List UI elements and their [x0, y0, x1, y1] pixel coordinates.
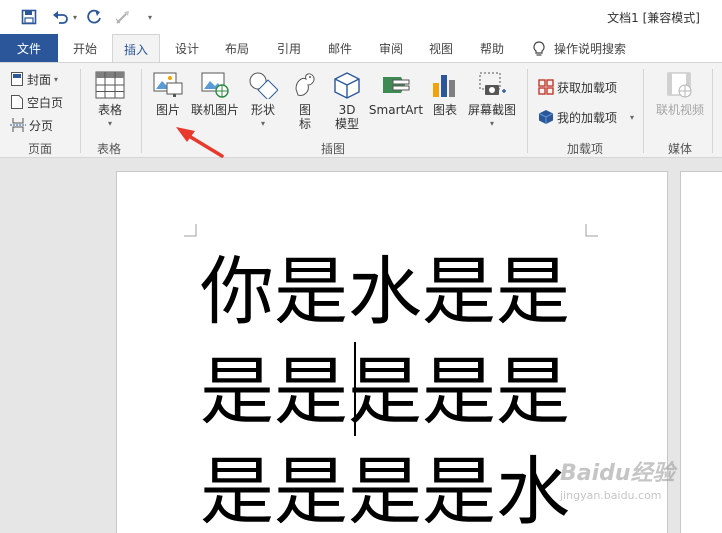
text-line-3: 是是是是水 [200, 449, 570, 533]
group-illustrations-label: 插图 [320, 142, 345, 156]
next-page-edge [680, 171, 722, 533]
blank-page-label: 空白页 [27, 95, 64, 110]
tab-design[interactable]: 设计 [164, 34, 210, 63]
smartart-label: SmartArt [368, 103, 424, 117]
page-break-label: 分页 [29, 118, 54, 133]
tab-references[interactable]: 引用 [266, 34, 312, 63]
tab-file[interactable]: 文件 [0, 34, 58, 63]
blank-page-icon [11, 95, 23, 109]
smartart-button[interactable]: SmartArt [368, 69, 424, 117]
table-label: 表格 [97, 103, 122, 117]
tab-help[interactable]: 帮助 [469, 34, 515, 63]
page-break-icon [10, 118, 26, 132]
picture-icon [152, 69, 184, 101]
picture-label: 图片 [155, 103, 180, 117]
icons-label-line1: 图 [298, 103, 311, 117]
cover-page-button[interactable]: 封面 ▾ [10, 69, 58, 89]
get-addins-label: 获取加载项 [557, 80, 618, 95]
screenshot-label: 屏幕截图 [467, 103, 516, 117]
chart-icon [429, 69, 461, 101]
tab-home[interactable]: 开始 [62, 34, 108, 63]
shapes-label: 形状 [250, 103, 275, 117]
tab-review[interactable]: 审阅 [368, 34, 414, 63]
watermark-brand: Baidu经验 [560, 461, 675, 486]
store-icon [538, 79, 554, 95]
ribbon-tabs: 文件 开始 插入 设计 布局 引用 邮件 审阅 视图 帮助 操作说明搜索 [0, 34, 722, 63]
chart-button[interactable]: 图表 [428, 69, 462, 117]
icons-button[interactable]: 图 标 [288, 69, 322, 131]
title-bar: ▾ ▾ 文档1 [兼容模式] [0, 0, 722, 34]
group-separator [141, 69, 142, 153]
text-line-2: 是是是是是 [200, 349, 570, 435]
lightbulb-icon [533, 40, 545, 56]
addins-cube-icon [538, 110, 554, 124]
get-addins-button[interactable]: 获取加载项 [538, 77, 617, 97]
icons-icon [289, 69, 321, 101]
3d-models-label-line2: 模型 [334, 117, 359, 131]
format-painter-icon[interactable] [113, 7, 133, 27]
redo-icon[interactable] [84, 7, 104, 27]
group-separator [712, 69, 713, 153]
save-icon[interactable] [18, 7, 40, 27]
tell-me-search[interactable]: 操作说明搜索 [532, 34, 626, 63]
3d-models-button[interactable]: 3D 模型 [328, 69, 366, 131]
shapes-button[interactable]: 形状 ▾ [244, 69, 282, 131]
3d-models-label-line1: 3D [338, 103, 356, 117]
undo-icon[interactable] [50, 7, 72, 27]
shapes-icon [247, 69, 279, 101]
watermark-url: jingyan.baidu.com [560, 489, 662, 502]
group-separator [643, 69, 644, 153]
online-picture-label: 联机图片 [190, 103, 239, 117]
table-button[interactable]: 表格 ▾ [88, 69, 132, 131]
online-picture-button[interactable]: 联机图片 [190, 69, 240, 117]
tab-view[interactable]: 视图 [418, 34, 464, 63]
online-picture-icon [199, 69, 231, 101]
customize-qat-icon[interactable]: ▾ [142, 7, 158, 27]
smartart-icon [380, 69, 412, 101]
chart-label: 图表 [432, 103, 457, 117]
screenshot-button[interactable]: 屏幕截图 ▾ [464, 69, 520, 131]
group-pages-label: 页面 [27, 142, 52, 156]
online-video-label: 联机视频 [655, 103, 704, 117]
picture-button[interactable]: 图片 [150, 69, 186, 117]
text-cursor [354, 342, 356, 436]
group-separator [80, 69, 81, 153]
text-line-1: 你是水是是 [200, 249, 570, 335]
undo-dropdown-icon[interactable]: ▾ [70, 7, 80, 27]
my-addins-label: 我的加载项 [557, 110, 618, 125]
film-icon [664, 69, 696, 101]
group-addins-label: 加载项 [566, 142, 603, 156]
group-media-label: 媒体 [667, 142, 692, 156]
watermark: Baidu经验 jingyan.baidu.com [560, 455, 675, 502]
tab-insert[interactable]: 插入 [112, 34, 160, 63]
cover-page-label: 封面 [27, 72, 52, 87]
icons-label-line2: 标 [298, 117, 311, 131]
blank-page-button[interactable]: 空白页 [10, 92, 63, 112]
document-title: 文档1 [兼容模式] [607, 11, 700, 25]
tab-mailings[interactable]: 邮件 [317, 34, 363, 63]
margin-corner-top-right [585, 224, 598, 237]
screenshot-icon [476, 69, 508, 101]
ribbon-insert: 封面 ▾ 空白页 分页 页面 表格 ▾ 表格 图片 联机图片 形状 ▾ 图 标 … [0, 62, 722, 158]
online-video-button[interactable]: 联机视频 [652, 69, 708, 117]
group-separator [527, 69, 528, 153]
table-icon [94, 69, 126, 101]
my-addins-button[interactable]: 我的加载项 ▾ [538, 107, 634, 127]
group-tables-label: 表格 [96, 142, 121, 156]
tell-me-label: 操作说明搜索 [554, 42, 627, 56]
cube-icon [331, 69, 363, 101]
tab-layout[interactable]: 布局 [214, 34, 260, 63]
cover-page-icon [11, 72, 23, 86]
margin-corner-top-left [184, 224, 197, 237]
page-break-button[interactable]: 分页 [10, 115, 53, 135]
